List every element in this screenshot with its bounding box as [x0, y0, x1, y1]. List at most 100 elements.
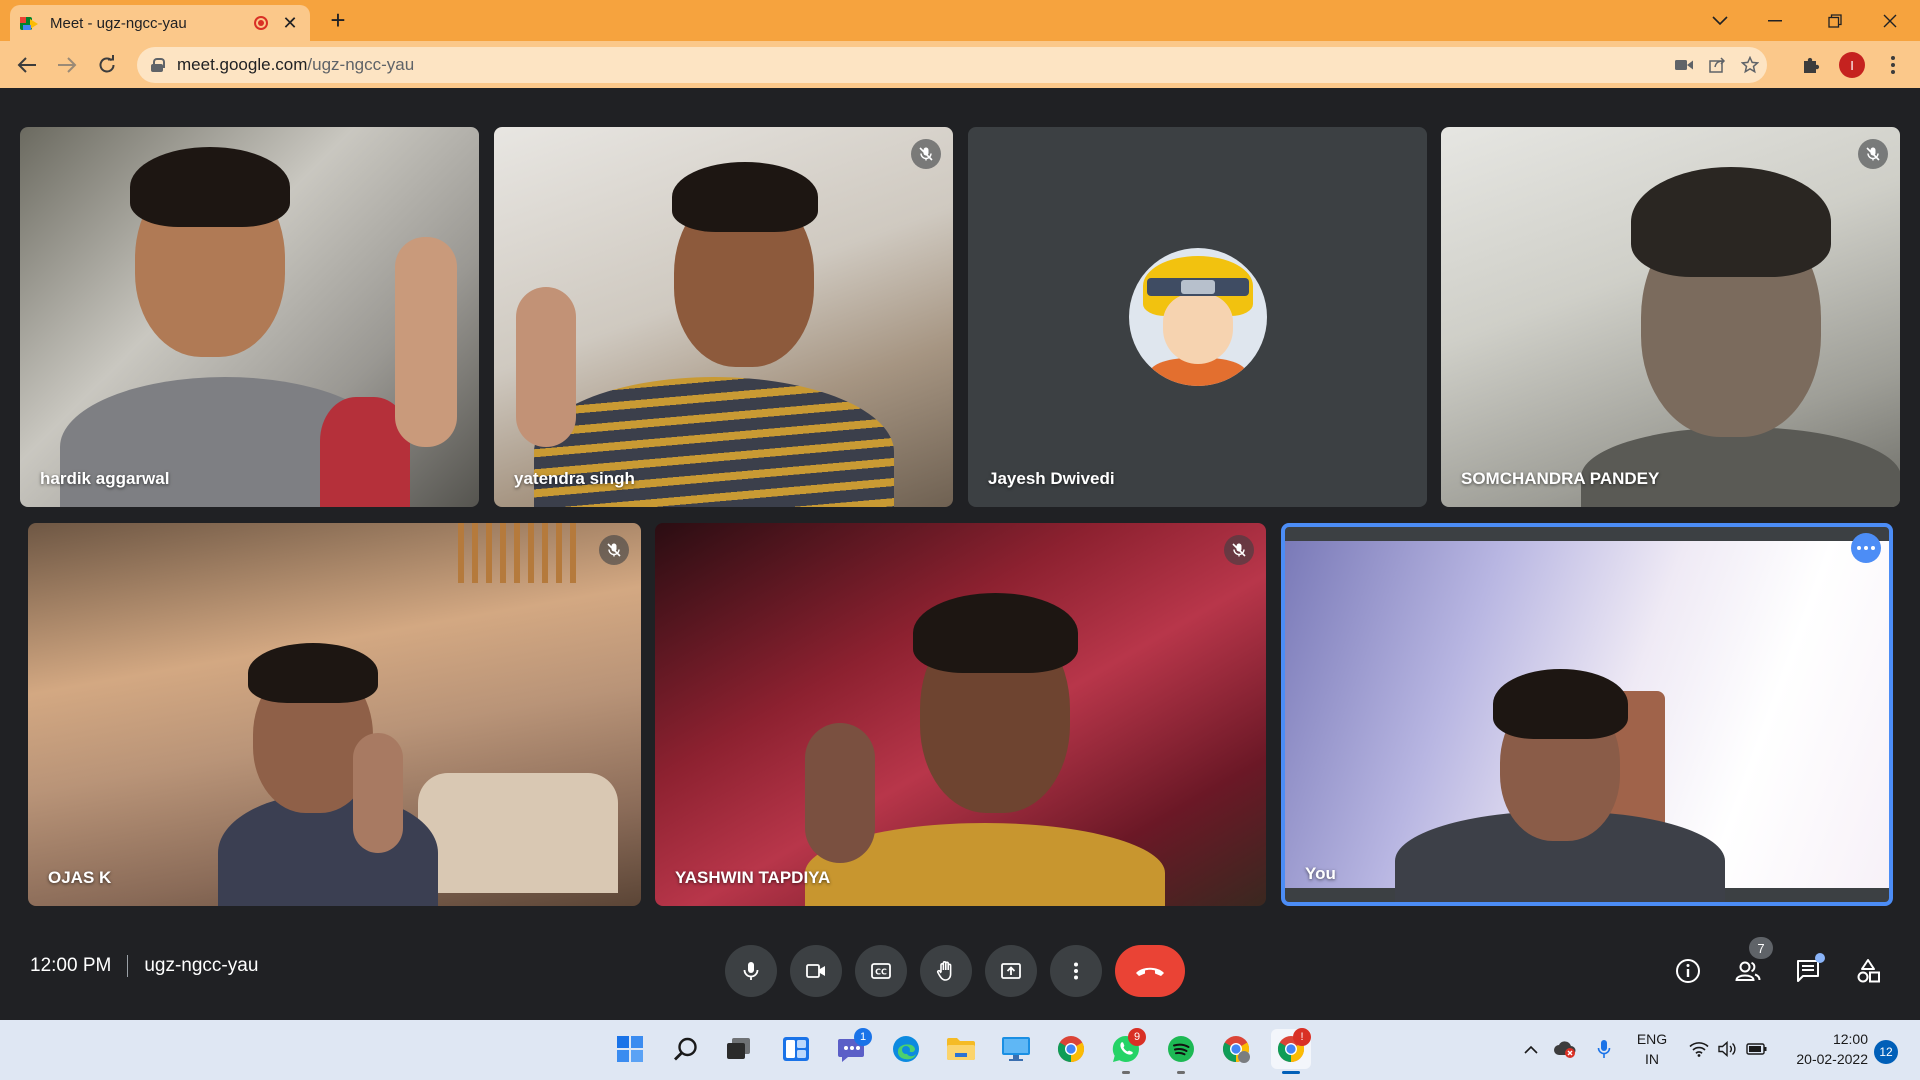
muted-mic-indicator: [1858, 139, 1888, 169]
participant-name: OJAS K: [48, 868, 112, 887]
input-language[interactable]: ENG: [1628, 1031, 1676, 1047]
windows-start-icon[interactable]: [610, 1029, 650, 1069]
chrome-profile-icon[interactable]: [1216, 1029, 1256, 1069]
participant-name: yatendra singh: [514, 469, 635, 488]
chrome-icon[interactable]: [1051, 1029, 1091, 1069]
participant-tile-yatendra[interactable]: yatendra singh: [494, 127, 953, 507]
participant-avatar: [1129, 248, 1267, 386]
participant-tile-jayesh[interactable]: Jayesh Dwivedi: [968, 127, 1427, 507]
closed-captions-icon: CC: [871, 963, 891, 979]
share-icon[interactable]: [1707, 55, 1727, 75]
extensions-puzzle-icon[interactable]: [1799, 53, 1823, 77]
muted-mic-indicator: [1224, 535, 1254, 565]
muted-mic-indicator: [911, 139, 941, 169]
new-tab-button[interactable]: +: [323, 6, 353, 36]
leave-call-button[interactable]: [1115, 945, 1185, 997]
participant-count-badge: 7: [1749, 937, 1773, 959]
present-screen-button[interactable]: [985, 945, 1037, 997]
this-pc-icon[interactable]: [996, 1029, 1036, 1069]
participant-tile-somchandra[interactable]: SOMCHANDRA PANDEY: [1441, 127, 1900, 507]
profile-avatar[interactable]: I: [1839, 52, 1865, 78]
restore-icon[interactable]: [1805, 0, 1865, 41]
task-view-icon[interactable]: [719, 1029, 759, 1069]
participant-video: [28, 523, 641, 906]
self-view-tile[interactable]: You: [1281, 523, 1893, 906]
teams-badge: 1: [854, 1028, 872, 1046]
camera-button[interactable]: [790, 945, 842, 997]
meeting-info: 12:00 PM ugz-ngcc-yau: [30, 955, 258, 977]
volume-icon[interactable]: [1713, 1029, 1743, 1069]
recording-icon: [254, 16, 268, 30]
file-explorer-icon[interactable]: [941, 1029, 981, 1069]
raise-hand-button[interactable]: [920, 945, 972, 997]
unread-chat-dot: [1815, 953, 1825, 963]
close-tab-icon[interactable]: ✕: [280, 13, 300, 34]
browser-tab-bar: Meet - ugz-ngcc-yau ✕ +: [0, 0, 1920, 41]
running-indicator: [1122, 1071, 1130, 1074]
activities-icon: [1857, 959, 1880, 983]
microphone-button[interactable]: [725, 945, 777, 997]
browser-tab-meet[interactable]: Meet - ugz-ngcc-yau ✕: [10, 5, 310, 41]
bookmark-star-icon[interactable]: [1740, 55, 1760, 75]
forward-arrow-icon[interactable]: [51, 49, 83, 81]
widgets-icon[interactable]: [776, 1029, 816, 1069]
participant-name: SOMCHANDRA PANDEY: [1461, 469, 1660, 488]
camera-in-use-icon[interactable]: [1674, 55, 1694, 75]
clock-time[interactable]: 12:00: [1776, 1031, 1868, 1047]
microphone-in-use-icon[interactable]: [1590, 1029, 1618, 1069]
whatsapp-badge: 9: [1128, 1028, 1146, 1046]
running-indicator: [1177, 1071, 1185, 1074]
search-icon[interactable]: [666, 1029, 706, 1069]
people-icon: [1735, 961, 1761, 981]
close-window-icon[interactable]: [1860, 0, 1920, 41]
clock-date[interactable]: 20-02-2022: [1776, 1051, 1868, 1067]
chrome-menu-icon[interactable]: [1881, 53, 1905, 77]
input-region[interactable]: IN: [1628, 1051, 1676, 1067]
reload-icon[interactable]: [91, 49, 123, 81]
address-bar[interactable]: meet.google.com/ugz-ngcc-yau: [137, 47, 1767, 83]
activities-button[interactable]: [1846, 949, 1890, 993]
more-vert-icon: [1074, 962, 1078, 980]
participant-tile-hardik[interactable]: hardik aggarwal: [20, 127, 479, 507]
browser-toolbar: meet.google.com/ugz-ngcc-yau: [0, 41, 1920, 88]
notification-count-badge[interactable]: 12: [1874, 1040, 1898, 1064]
participant-name: Jayesh Dwivedi: [988, 469, 1115, 488]
more-options-button[interactable]: [1050, 945, 1102, 997]
participant-tile-yashwin[interactable]: YASHWIN TAPDIYA: [655, 523, 1266, 906]
info-icon: [1676, 959, 1700, 983]
back-arrow-icon[interactable]: [11, 49, 43, 81]
more-options-self-button[interactable]: [1851, 533, 1881, 563]
lock-icon[interactable]: [151, 58, 165, 72]
meeting-details-button[interactable]: [1666, 949, 1710, 993]
chrome-alert-badge: !: [1293, 1028, 1311, 1046]
battery-charging-icon[interactable]: [1742, 1029, 1772, 1069]
muted-mic-indicator: [599, 535, 629, 565]
captions-button[interactable]: CC: [855, 945, 907, 997]
spotify-icon[interactable]: [1161, 1029, 1201, 1069]
microphone-icon: [743, 962, 759, 980]
divider: [127, 955, 129, 977]
svg-text:CC: CC: [875, 968, 887, 977]
end-call-icon: [1136, 967, 1164, 976]
meeting-code: ugz-ngcc-yau: [144, 955, 259, 976]
present-screen-icon: [1001, 963, 1021, 979]
url-path: /ugz-ngcc-yau: [307, 55, 415, 74]
participant-video: [1441, 127, 1900, 507]
participant-name: You: [1305, 864, 1336, 883]
participant-video: [494, 127, 953, 507]
participant-name: YASHWIN TAPDIYA: [675, 868, 831, 887]
show-hidden-icons-chevron-up-icon[interactable]: [1520, 1029, 1542, 1069]
participant-tile-ojas[interactable]: OJAS K: [28, 523, 641, 906]
minimize-icon[interactable]: [1745, 0, 1805, 41]
active-app-indicator: [1282, 1071, 1300, 1074]
video-camera-icon: [806, 964, 825, 978]
wifi-icon[interactable]: [1684, 1029, 1714, 1069]
onedrive-offline-icon[interactable]: [1550, 1029, 1580, 1069]
raise-hand-icon: [936, 961, 952, 981]
participant-video: [20, 127, 479, 507]
edge-browser-icon[interactable]: [886, 1029, 926, 1069]
tab-search-chevron-down-icon[interactable]: [1690, 0, 1750, 41]
google-meet-icon: [20, 13, 40, 33]
self-video: [1285, 541, 1889, 902]
participant-name: hardik aggarwal: [40, 469, 170, 488]
